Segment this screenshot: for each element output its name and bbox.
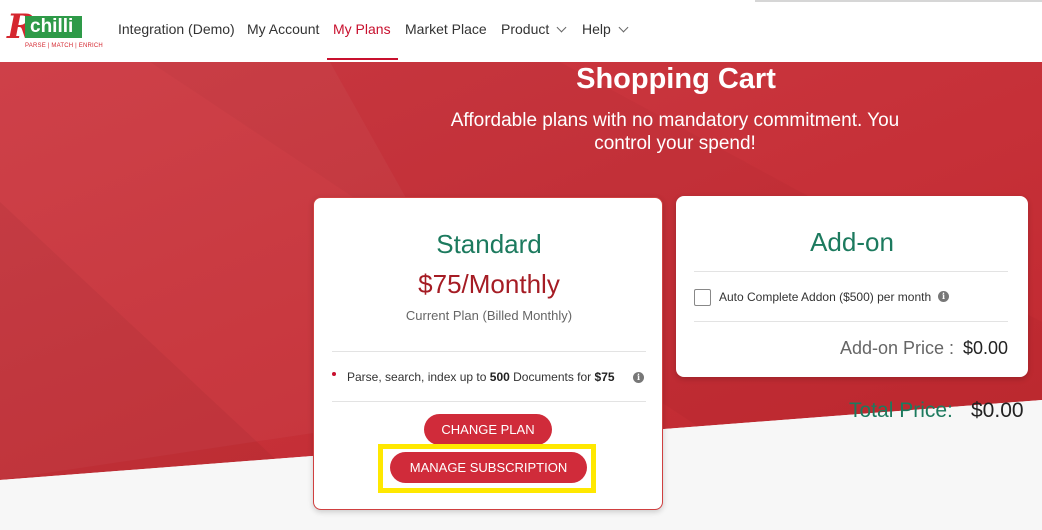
logo-tagline: PARSE | MATCH | ENRICH <box>25 43 103 49</box>
addon-card: Add-on Auto Complete Addon ($500) per mo… <box>676 196 1028 377</box>
nav-help-label: Help <box>582 21 611 37</box>
nav-help[interactable]: Help <box>582 20 629 38</box>
info-icon[interactable]: i <box>938 291 949 302</box>
bullet-icon <box>332 372 336 376</box>
feature-price: $75 <box>594 370 615 384</box>
logo-word: chilli <box>25 16 82 38</box>
feature-count: 500 <box>489 370 510 384</box>
divider <box>332 401 646 402</box>
auto-complete-addon-label[interactable]: Auto Complete Addon ($500) per month <box>719 290 931 305</box>
divider <box>694 271 1008 272</box>
current-plan-label: Current Plan (Billed Monthly) <box>405 308 573 323</box>
page-title: Shopping Cart <box>576 63 776 95</box>
nav-product[interactable]: Product <box>501 20 567 38</box>
top-navigation: R chilli PARSE | MATCH | ENRICH Integrat… <box>0 0 1042 62</box>
plan-price: $75/Monthly <box>418 269 560 299</box>
feature-mid: Documents for <box>513 370 592 384</box>
addon-title: Add-on <box>810 227 894 257</box>
feature-prefix: Parse, search, index up to <box>347 370 487 384</box>
chevron-down-icon <box>618 22 629 33</box>
nav-market-place[interactable]: Market Place <box>405 20 487 38</box>
page-subtitle: Affordable plans with no mandatory commi… <box>450 110 900 154</box>
divider <box>755 0 1042 2</box>
highlight-box <box>378 444 596 493</box>
divider <box>332 351 646 352</box>
auto-complete-addon-checkbox[interactable] <box>694 289 711 306</box>
change-plan-button[interactable]: CHANGE PLAN <box>424 414 552 445</box>
addon-price-label: Add-on Price : <box>840 338 955 358</box>
total-price-value: $0.00 <box>971 399 1024 422</box>
active-nav-indicator <box>327 58 398 60</box>
nav-my-account[interactable]: My Account <box>247 20 319 38</box>
addon-price-value: $0.00 <box>963 338 1009 358</box>
info-icon[interactable]: i <box>633 372 644 383</box>
plan-feature: Parse, search, index up to 500 Documents… <box>347 370 615 385</box>
nav-product-label: Product <box>501 21 550 37</box>
plan-name: Standard <box>436 229 542 259</box>
total-price-label: Total Price: <box>849 399 953 422</box>
standard-plan-card: Standard $75/Monthly Current Plan (Bille… <box>313 197 663 510</box>
divider <box>694 321 1008 322</box>
rchilli-logo[interactable]: R chilli PARSE | MATCH | ENRICH <box>7 10 103 54</box>
nav-my-plans[interactable]: My Plans <box>333 20 391 38</box>
chevron-down-icon <box>556 22 567 33</box>
nav-integration-demo[interactable]: Integration (Demo) <box>118 20 235 38</box>
